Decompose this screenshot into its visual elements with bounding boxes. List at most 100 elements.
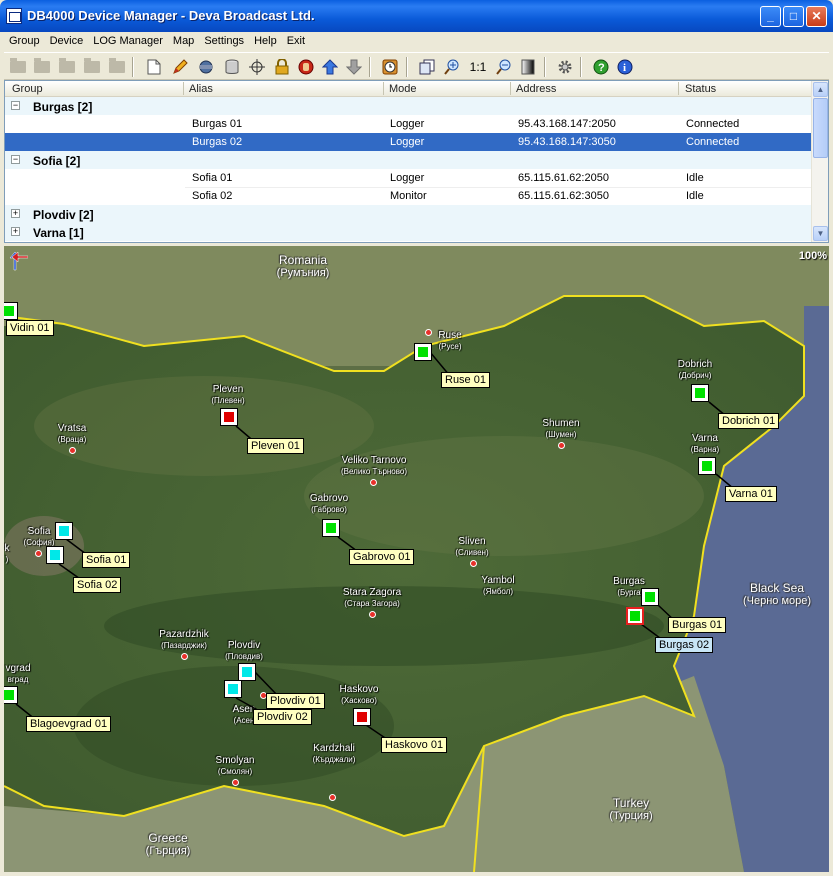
scroll-thumb[interactable]: [813, 98, 828, 158]
table-row-selected[interactable]: Burgas 02 Logger 95.43.168.147:3050 Conn…: [5, 133, 811, 151]
device-alias: Sofia 01: [192, 172, 233, 184]
device-marker-pleven-01[interactable]: [220, 408, 238, 426]
folder-icon[interactable]: [107, 57, 127, 77]
pencil-icon[interactable]: [170, 57, 190, 77]
device-grid[interactable]: Group Alias Mode Address Status − Burgas…: [4, 80, 829, 243]
new-document-icon[interactable]: [144, 57, 164, 77]
scroll-up-button[interactable]: ▲: [813, 82, 828, 97]
device-mode: Logger: [390, 136, 425, 148]
column-status[interactable]: Status: [685, 83, 716, 95]
device-address: 95.43.168.147:3050: [518, 136, 616, 148]
device-marker-dobrich-01[interactable]: [691, 384, 709, 402]
group-row-burgas[interactable]: − Burgas [2]: [5, 97, 811, 115]
scroll-down-button[interactable]: ▼: [813, 226, 828, 241]
grid-header: Group Alias Mode Address Status: [5, 81, 811, 97]
map-view[interactable]: 100% Romania (Румъния) Black Sea (Черно мо…: [4, 246, 829, 872]
device-marker-plovdiv-01[interactable]: [238, 663, 256, 681]
arrow-up-icon[interactable]: [320, 57, 340, 77]
device-status: Idle: [686, 190, 704, 202]
device-label-ruse-01[interactable]: Ruse 01: [441, 372, 490, 388]
copy-icon[interactable]: [417, 57, 437, 77]
table-row[interactable]: Sofia 01 Logger 65.115.61.62:2050 Idle: [5, 169, 811, 187]
help-icon[interactable]: ?: [591, 57, 611, 77]
svg-text:i: i: [623, 62, 626, 74]
device-label-sofia-02[interactable]: Sofia 02: [73, 577, 122, 593]
device-address: 65.115.61.62:2050: [518, 172, 609, 184]
menu-group[interactable]: Group: [4, 32, 45, 47]
gear-icon[interactable]: [555, 57, 575, 77]
device-alias: Burgas 01: [192, 118, 243, 130]
device-marker-haskovo-01[interactable]: [353, 708, 371, 726]
zoom-in-icon[interactable]: [442, 57, 462, 77]
device-marker-plovdiv-02[interactable]: [224, 680, 242, 698]
group-name: Varna [1]: [33, 226, 84, 240]
device-label-gabrovo-01[interactable]: Gabrovo 01: [349, 549, 415, 565]
device-label-plovdiv-02[interactable]: Plovdiv 02: [253, 709, 312, 725]
clock-icon[interactable]: [380, 57, 400, 77]
menu-map[interactable]: Map: [168, 32, 199, 47]
target-icon[interactable]: [247, 57, 267, 77]
arrow-down-icon[interactable]: [344, 57, 364, 77]
folder-icon[interactable]: [57, 57, 77, 77]
group-name: Sofia [2]: [33, 154, 81, 168]
device-marker-burgas-01[interactable]: [641, 588, 659, 606]
menu-log-manager[interactable]: LOG Manager: [88, 32, 168, 47]
title-bar[interactable]: DB4000 Device Manager - Deva Broadcast L…: [0, 0, 833, 32]
column-alias[interactable]: Alias: [189, 83, 213, 95]
app-icon[interactable]: [6, 8, 22, 24]
minimize-button[interactable]: _: [760, 6, 781, 27]
device-alias: Burgas 02: [192, 136, 243, 148]
device-label-dobrich-01[interactable]: Dobrich 01: [718, 413, 780, 429]
expand-toggle[interactable]: +: [11, 227, 20, 236]
device-marker-burgas-02[interactable]: [626, 607, 644, 625]
folder-icon[interactable]: [82, 57, 102, 77]
column-group[interactable]: Group: [12, 83, 43, 95]
folder-icon[interactable]: [8, 57, 28, 77]
group-row-plovdiv[interactable]: + Plovdiv [2]: [5, 205, 811, 223]
menu-device[interactable]: Device: [45, 32, 89, 47]
device-label-burgas-02[interactable]: Burgas 02: [655, 637, 714, 653]
column-mode[interactable]: Mode: [389, 83, 417, 95]
group-row-varna[interactable]: + Varna [1]: [5, 223, 811, 241]
group-row-sofia[interactable]: − Sofia [2]: [5, 151, 811, 169]
folder-icon[interactable]: [32, 57, 52, 77]
collapse-toggle[interactable]: −: [11, 101, 20, 110]
device-label-blagoevgrad-01[interactable]: Blagoevgrad 01: [26, 716, 112, 732]
menu-settings[interactable]: Settings: [199, 32, 249, 47]
svg-text:?: ?: [598, 62, 605, 74]
device-label-vidin-01[interactable]: Vidin 01: [6, 320, 54, 336]
vertical-scrollbar[interactable]: ▲ ▼: [811, 81, 828, 242]
info-icon[interactable]: i: [615, 57, 635, 77]
close-button[interactable]: ✕: [806, 6, 827, 27]
device-alias: Sofia 02: [192, 190, 233, 202]
device-marker-varna-01[interactable]: [698, 457, 716, 475]
zoom-ratio-button[interactable]: 1:1: [466, 57, 490, 77]
device-label-pleven-01[interactable]: Pleven 01: [247, 438, 304, 454]
gradient-icon[interactable]: [518, 57, 538, 77]
database-icon[interactable]: [222, 57, 242, 77]
device-marker-sofia-01[interactable]: [55, 522, 73, 540]
device-label-varna-01[interactable]: Varna 01: [725, 486, 777, 502]
device-marker-sofia-02[interactable]: [46, 546, 64, 564]
table-row[interactable]: Sofia 02 Monitor 65.115.61.62:3050 Idle: [5, 187, 811, 205]
device-marker-ruse-01[interactable]: [414, 343, 432, 361]
menu-exit[interactable]: Exit: [282, 32, 310, 47]
device-label-sofia-01[interactable]: Sofia 01: [82, 552, 131, 568]
lock-icon[interactable]: [272, 57, 292, 77]
device-marker-blagoevgrad-01[interactable]: [4, 686, 18, 704]
network-icon[interactable]: [196, 57, 216, 77]
device-marker-vidin-01[interactable]: [4, 302, 18, 320]
window-title: DB4000 Device Manager - Deva Broadcast L…: [27, 8, 315, 23]
collapse-toggle[interactable]: −: [11, 155, 20, 164]
device-label-haskovo-01[interactable]: Haskovo 01: [381, 737, 448, 753]
column-address[interactable]: Address: [516, 83, 556, 95]
stop-hand-icon[interactable]: [296, 57, 316, 77]
device-label-burgas-01[interactable]: Burgas 01: [668, 617, 727, 633]
expand-toggle[interactable]: +: [11, 209, 20, 218]
maximize-button[interactable]: □: [783, 6, 804, 27]
device-marker-gabrovo-01[interactable]: [322, 519, 340, 537]
menu-help[interactable]: Help: [249, 32, 282, 47]
device-label-plovdiv-01[interactable]: Plovdiv 01: [266, 693, 325, 709]
zoom-out-icon[interactable]: [494, 57, 514, 77]
table-row[interactable]: Burgas 01 Logger 95.43.168.147:2050 Conn…: [5, 115, 811, 133]
